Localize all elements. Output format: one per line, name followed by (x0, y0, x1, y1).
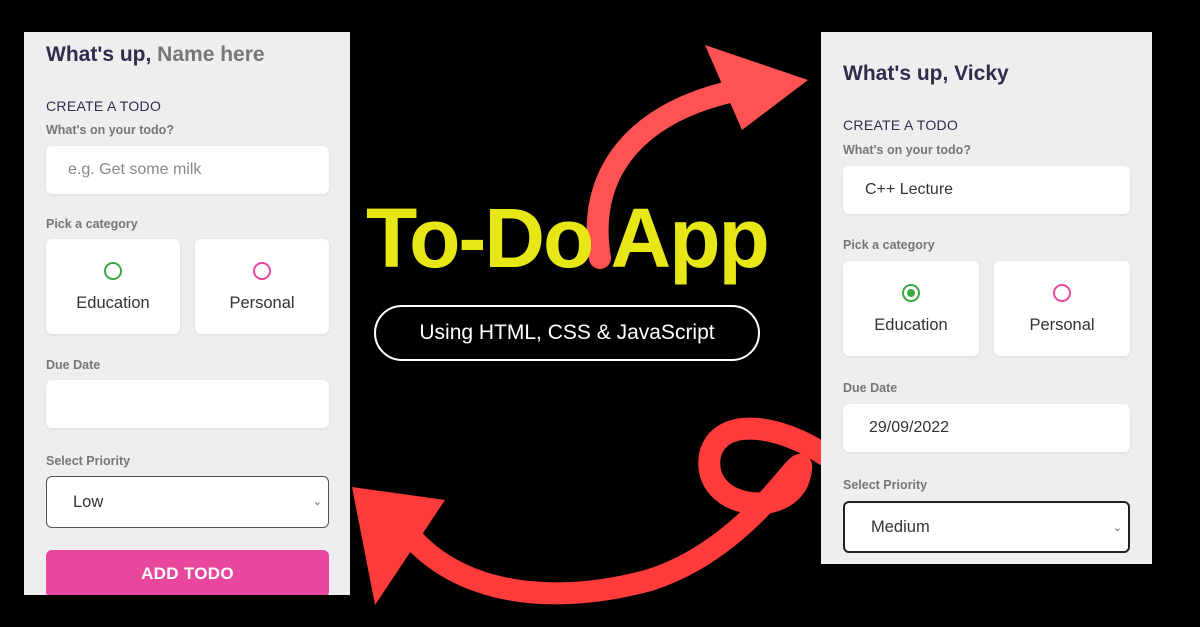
personal-radio[interactable] (1053, 284, 1071, 302)
promo-subtitle-pill: Using HTML, CSS & JavaScript (374, 305, 760, 361)
due-date-input[interactable] (46, 380, 329, 428)
due-date-label: Due Date (843, 381, 898, 395)
education-radio-dot (907, 289, 915, 297)
due-date-input[interactable]: 29/09/2022 (843, 404, 1130, 452)
priority-value: Low (73, 492, 104, 511)
priority-select[interactable]: Low ⌄ (46, 476, 329, 528)
personal-label: Personal (229, 294, 295, 312)
category-label: Pick a category (46, 217, 138, 231)
promo-title: To-Do App (366, 191, 770, 285)
education-radio[interactable] (902, 284, 920, 302)
priority-value: Medium (871, 517, 930, 536)
education-radio[interactable] (104, 262, 122, 280)
chevron-down-icon: ⌄ (312, 496, 322, 508)
priority-select[interactable]: Medium ⌄ (843, 501, 1130, 553)
priority-label: Select Priority (843, 478, 928, 492)
category-personal[interactable]: Personal (195, 239, 329, 334)
chevron-down-icon: ⌄ (1112, 522, 1122, 534)
todo-input[interactable]: e.g. Get some milk (46, 146, 329, 194)
todo-input[interactable]: C++ Lecture (843, 166, 1130, 214)
category-education[interactable]: Education (46, 239, 180, 334)
education-label: Education (76, 294, 150, 312)
greeting-name: Name here (157, 43, 265, 66)
greeting: What's up, Vicky (843, 62, 1009, 86)
category-label: Pick a category (843, 238, 935, 252)
create-todo-heading: CREATE A TODO (46, 98, 162, 114)
loop-arrow-icon (384, 417, 836, 605)
greeting-prefix: What's up, (843, 62, 949, 85)
add-todo-button[interactable]: ADD TODO (46, 550, 329, 595)
greeting: What's up, Name here (46, 43, 265, 67)
personal-label: Personal (1029, 316, 1095, 334)
create-todo-heading: CREATE A TODO (843, 117, 959, 133)
education-label: Education (874, 316, 948, 334)
personal-radio[interactable] (253, 262, 271, 280)
priority-label: Select Priority (46, 454, 131, 468)
add-todo-label: ADD TODO (141, 564, 234, 583)
todo-app-filled: What's up, Vicky CREATE A TODO What's on… (821, 32, 1152, 564)
greeting-prefix: What's up, (46, 43, 152, 66)
todo-label: What's on your todo? (843, 143, 971, 157)
greeting-name: Vicky (954, 62, 1009, 85)
todo-app-empty: What's up, Name here CREATE A TODO What'… (24, 32, 350, 595)
todo-label: What's on your todo? (46, 123, 174, 137)
category-education[interactable]: Education (843, 261, 979, 356)
category-personal[interactable]: Personal (994, 261, 1130, 356)
due-date-label: Due Date (46, 358, 101, 372)
promo-subtitle: Using HTML, CSS & JavaScript (419, 321, 715, 344)
